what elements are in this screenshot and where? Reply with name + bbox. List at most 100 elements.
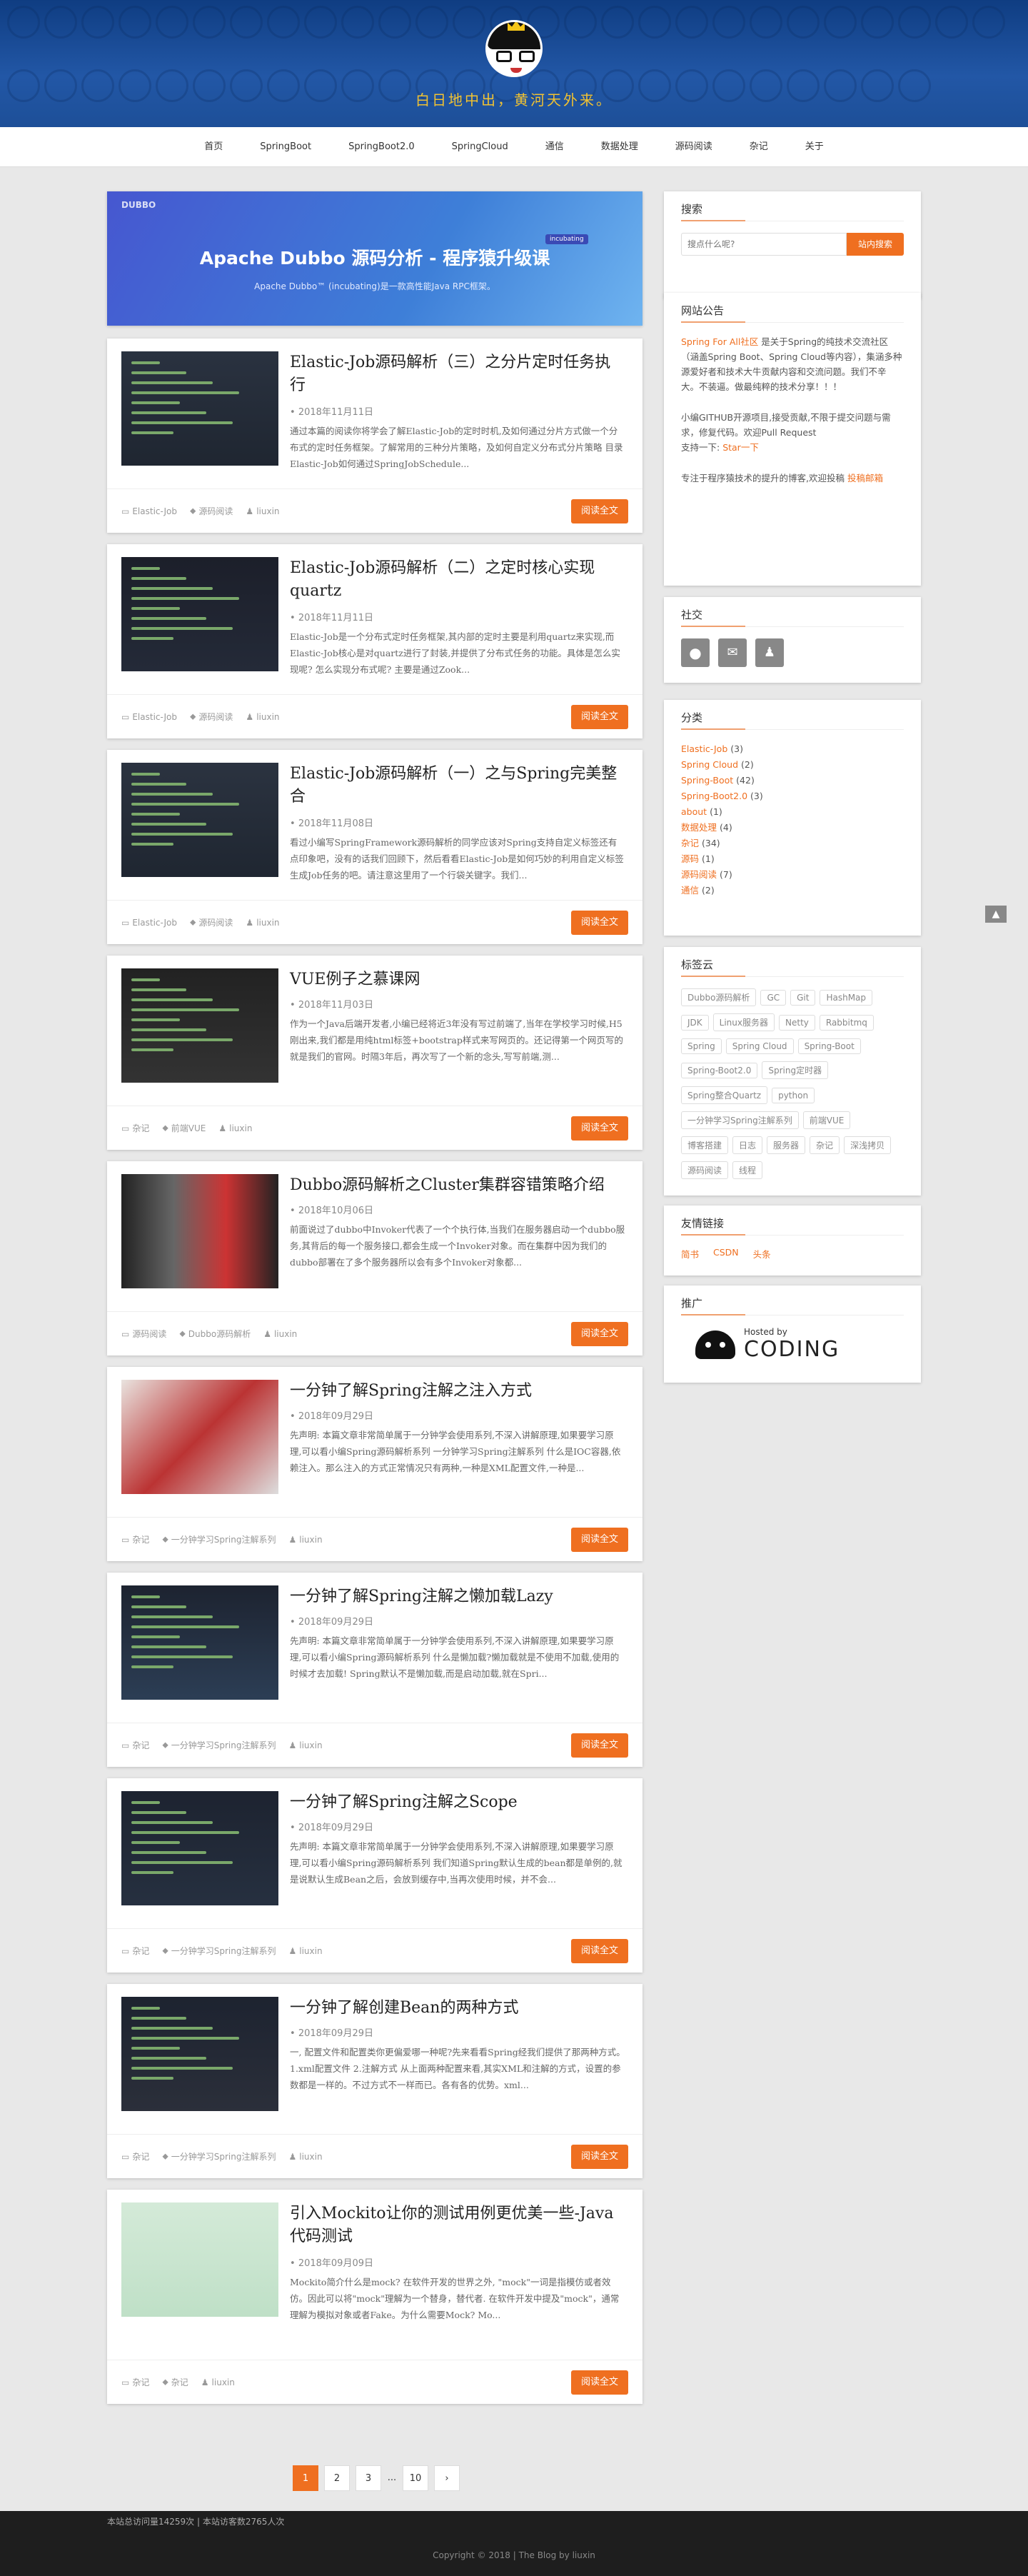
tag-item[interactable]: Spring定时器 [762,1061,829,1079]
post-meta-author[interactable]: ♟ liuxin [246,505,279,517]
page-link[interactable]: 10 [403,2465,428,2491]
post-title[interactable]: 一分钟了解Spring注解之懒加载Lazy [290,1585,625,1608]
post-meta-tag[interactable]: ⬥ 一分钟学习Spring注解系列 [162,1945,276,1957]
nav-item-5[interactable]: 数据处理 [583,127,657,167]
page-link[interactable]: 2 [324,2465,350,2491]
search-input[interactable] [681,233,847,256]
category-item[interactable]: 数据处理 (4) [681,820,904,836]
post-meta-tag[interactable]: ⬥ 杂记 [162,2376,188,2388]
category-item[interactable]: 源码阅读 (7) [681,867,904,883]
tag-item[interactable]: 线程 [732,1161,763,1179]
post-meta-category[interactable]: ▭ Elastic-Job [121,916,177,928]
star-link[interactable]: Star一下 [722,442,759,453]
nav-item-2[interactable]: SpringBoot2.0 [330,127,433,167]
post-meta-tag[interactable]: ⬥ 源码阅读 [190,711,233,723]
nav-item-6[interactable]: 源码阅读 [657,127,731,167]
friend-link[interactable]: 头条 [753,1247,771,1261]
post-thumbnail[interactable] [121,763,278,877]
tag-item[interactable]: Spring-Boot [797,1038,861,1054]
submit-email-link[interactable]: 投稿邮箱 [847,473,883,483]
post-meta-author[interactable]: ♟ liuxin [289,1739,323,1751]
qq-icon[interactable]: ♟ [755,638,784,667]
post-meta-author[interactable]: ♟ liuxin [201,2376,235,2388]
post-meta-tag[interactable]: ⬥ 前端VUE [162,1122,206,1134]
site-avatar[interactable] [485,20,543,77]
tag-item[interactable]: 深浅拷贝 [844,1136,892,1154]
tag-item[interactable]: Rabbitmq [819,1015,874,1031]
category-item[interactable]: 杂记 (34) [681,836,904,851]
post-title[interactable]: Elastic-Job源码解析（二）之定时核心实现quartz [290,557,625,603]
tag-item[interactable]: JDK [681,1015,709,1031]
post-thumbnail[interactable] [121,1997,278,2111]
tag-item[interactable]: 杂记 [810,1136,840,1154]
page-link[interactable]: ... [387,2465,397,2491]
post-meta-category[interactable]: ▭ 源码阅读 [121,1328,166,1340]
category-item[interactable]: about (1) [681,804,904,820]
post-meta-category[interactable]: ▭ 杂记 [121,2376,149,2388]
post-thumbnail[interactable] [121,2202,278,2317]
page-current[interactable]: 1 [293,2465,318,2491]
coding-logo[interactable]: Hosted by CODING [695,1327,904,1362]
read-more-button[interactable]: 阅读全文 [570,2370,628,2395]
post-meta-tag[interactable]: ⬥ 一分钟学习Spring注解系列 [162,2150,276,2162]
tag-item[interactable]: 前端VUE [802,1111,851,1129]
post-thumbnail[interactable] [121,1380,278,1494]
tag-item[interactable]: 服务器 [767,1136,806,1154]
friend-link[interactable]: CSDN [713,1247,739,1261]
tag-item[interactable]: 日志 [732,1136,763,1154]
post-meta-category[interactable]: ▭ 杂记 [121,1739,149,1751]
post-meta-author[interactable]: ♟ liuxin [263,1328,297,1340]
post-meta-category[interactable]: ▭ 杂记 [121,2150,149,2162]
post-meta-category[interactable]: ▭ Elastic-Job [121,711,177,723]
back-to-top-button[interactable]: ▲ [985,906,1007,923]
post-title[interactable]: 一分钟了解Spring注解之注入方式 [290,1380,625,1403]
post-thumbnail[interactable] [121,1174,278,1288]
post-title[interactable]: Elastic-Job源码解析（三）之分片定时任务执行 [290,351,625,397]
read-more-button[interactable]: 阅读全文 [570,499,628,523]
category-item[interactable]: Spring-Boot2.0 (3) [681,788,904,804]
nav-item-8[interactable]: 关于 [787,127,842,167]
tag-item[interactable]: Spring-Boot2.0 [681,1063,758,1078]
post-thumbnail[interactable] [121,351,278,466]
read-more-button[interactable]: 阅读全文 [570,705,628,729]
read-more-button[interactable]: 阅读全文 [570,911,628,935]
tag-item[interactable]: HashMap [820,990,873,1006]
category-item[interactable]: Spring-Boot (42) [681,773,904,788]
search-button[interactable]: 站内搜索 [847,233,904,256]
post-title[interactable]: 一分钟了解创建Bean的两种方式 [290,1997,625,2020]
post-thumbnail[interactable] [121,1585,278,1700]
post-meta-author[interactable]: ♟ liuxin [246,916,279,928]
post-meta-tag[interactable]: ⬥ Dubbo源码解析 [179,1328,251,1340]
post-meta-author[interactable]: ♟ liuxin [289,2150,323,2162]
post-meta-category[interactable]: ▭ 杂记 [121,1945,149,1957]
page-link[interactable]: › [434,2465,460,2491]
category-item[interactable]: Spring Cloud (2) [681,757,904,773]
category-item[interactable]: 源码 (1) [681,851,904,867]
read-more-button[interactable]: 阅读全文 [570,2145,628,2169]
post-title[interactable]: Elastic-Job源码解析（一）之与Spring完美整合 [290,763,625,808]
email-icon[interactable]: ✉ [718,638,747,667]
github-icon[interactable]: ● [681,638,710,667]
page-link[interactable]: 3 [356,2465,381,2491]
spring-for-all-link[interactable]: Spring For All社区 [681,336,758,347]
read-more-button[interactable]: 阅读全文 [570,1528,628,1552]
read-more-button[interactable]: 阅读全文 [570,1116,628,1141]
tag-item[interactable]: Netty [779,1015,815,1031]
tag-item[interactable]: Linux服务器 [712,1013,775,1031]
tag-item[interactable]: Git [790,990,816,1006]
tag-item[interactable]: Dubbo源码解析 [681,988,757,1006]
post-meta-author[interactable]: ♟ liuxin [246,711,279,723]
friend-link[interactable]: 简书 [681,1247,699,1261]
post-meta-category[interactable]: ▭ Elastic-Job [121,505,177,517]
post-thumbnail[interactable] [121,1791,278,1905]
tag-item[interactable]: Spring [681,1038,722,1054]
post-title[interactable]: 一分钟了解Spring注解之Scope [290,1791,625,1814]
tag-item[interactable]: Spring整合Quartz [681,1086,768,1104]
tag-item[interactable]: Spring Cloud [725,1038,794,1054]
nav-item-3[interactable]: SpringCloud [433,127,527,167]
post-title[interactable]: 引入Mockito让你的测试用例更优美一些-Java代码测试 [290,2202,625,2248]
nav-item-1[interactable]: SpringBoot [241,127,330,167]
post-title[interactable]: Dubbo源码解析之Cluster集群容错策略介绍 [290,1174,625,1197]
post-thumbnail[interactable] [121,557,278,671]
tag-item[interactable]: 博客搭建 [681,1136,729,1154]
